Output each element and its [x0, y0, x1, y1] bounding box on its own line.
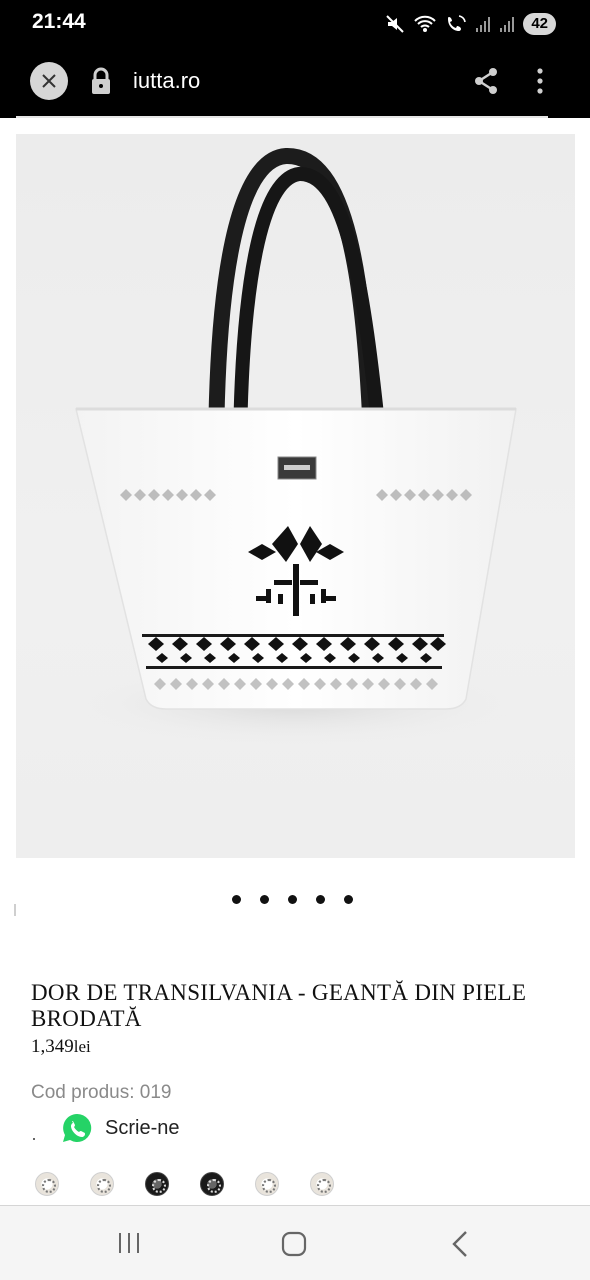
- recent-apps-icon[interactable]: [116, 1232, 142, 1254]
- product-sku: Cod produs: 019: [31, 1082, 172, 1103]
- wifi-calling-icon: [448, 15, 467, 31]
- price-currency: lei: [73, 1037, 91, 1056]
- tote-bag-illustration: [75, 147, 517, 744]
- carousel-dot-2[interactable]: [260, 895, 269, 904]
- carousel-dot-4[interactable]: [316, 895, 325, 904]
- carousel-dots: [232, 895, 353, 904]
- swatch-5[interactable]: [255, 1172, 279, 1196]
- home-icon[interactable]: [281, 1231, 307, 1257]
- product-image[interactable]: [16, 134, 575, 858]
- whatsapp-icon: [63, 1113, 92, 1142]
- whatsapp-label: Scrie-ne: [105, 1116, 180, 1139]
- swatch-4[interactable]: [200, 1172, 224, 1196]
- swatch-3[interactable]: [145, 1172, 169, 1196]
- close-icon: [42, 74, 56, 88]
- status-bar: 21:44 42: [0, 0, 590, 46]
- signal-icon: [476, 17, 491, 32]
- carousel-dot-5[interactable]: [344, 895, 353, 904]
- product-price: 1,349lei: [31, 1036, 91, 1058]
- browser-toolbar: iutta.ro: [0, 46, 590, 118]
- close-button[interactable]: [30, 62, 68, 100]
- lock-icon[interactable]: [89, 66, 113, 96]
- carousel-dot-1[interactable]: [232, 895, 241, 904]
- more-vert-icon[interactable]: [530, 66, 550, 96]
- swatch-2[interactable]: [90, 1172, 114, 1196]
- status-icons: 42: [385, 12, 556, 36]
- bullet-dot: [33, 1138, 35, 1140]
- battery-indicator: 42: [523, 13, 556, 35]
- share-icon[interactable]: [472, 66, 500, 96]
- product-title: DOR DE TRANSILVANIA - GEANTĂ DIN PIELE B…: [31, 980, 527, 1031]
- carousel-dot-3[interactable]: [288, 895, 297, 904]
- wifi-icon: [414, 15, 437, 32]
- status-time: 21:44: [32, 10, 86, 33]
- top-divider: [16, 116, 548, 118]
- color-swatches: [35, 1172, 334, 1196]
- swatch-1[interactable]: [35, 1172, 59, 1196]
- url-display[interactable]: iutta.ro: [133, 68, 200, 94]
- swatch-6[interactable]: [310, 1172, 334, 1196]
- system-nav-bar: [0, 1206, 590, 1280]
- whatsapp-contact-button[interactable]: Scrie-ne: [61, 1112, 179, 1144]
- signal-icon: [500, 17, 515, 32]
- back-icon[interactable]: [450, 1230, 470, 1258]
- price-value: 1,349: [31, 1036, 74, 1057]
- mute-icon: [386, 15, 405, 33]
- divider-mark: [14, 904, 16, 916]
